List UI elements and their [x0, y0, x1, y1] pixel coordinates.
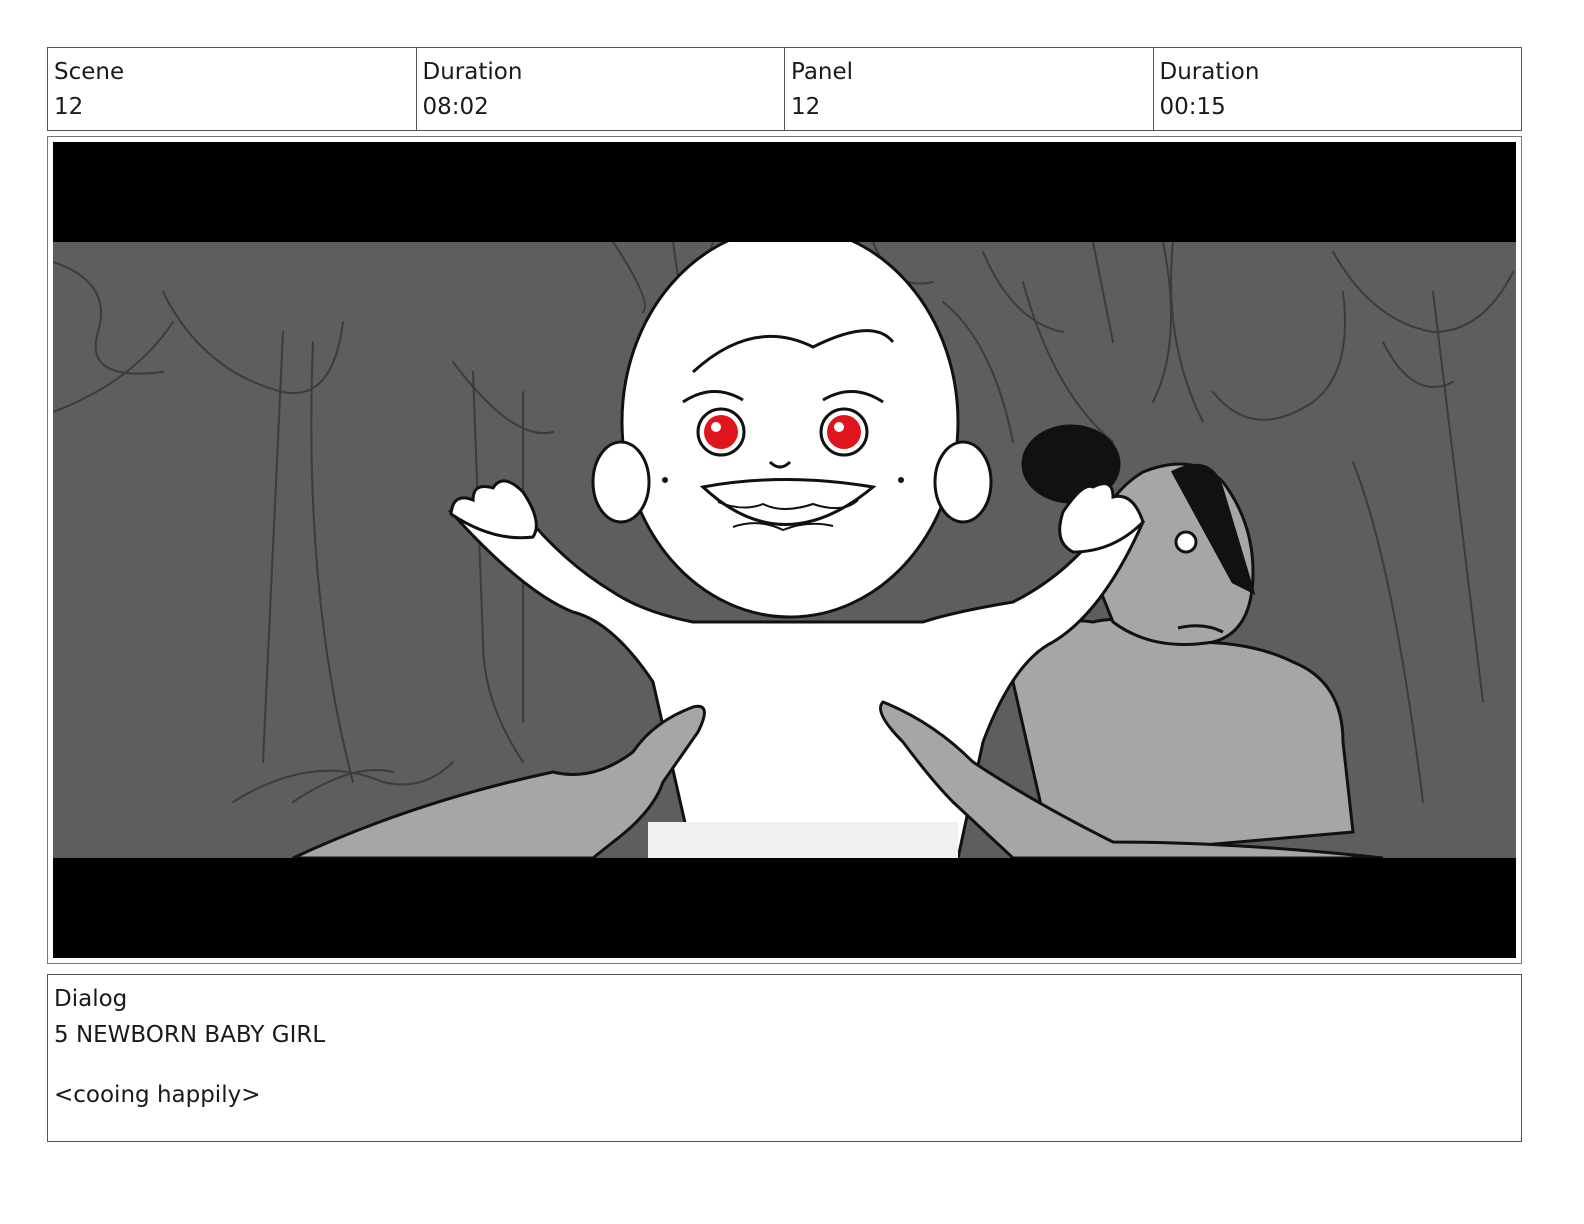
dialog-box: Dialog 5 NEWBORN BABY GIRL <cooing happi…: [47, 974, 1522, 1142]
panel-duration-label: Duration: [1159, 59, 1260, 85]
scene-value: 12: [54, 94, 84, 120]
panel-value: 12: [791, 94, 821, 120]
scene-label: Scene: [54, 59, 125, 85]
dialog-speaker: 5 NEWBORN BABY GIRL: [54, 1022, 326, 1048]
scene-info-table: Scene 12 Duration 08:02 Panel 12 Duratio…: [47, 47, 1522, 131]
panel-cell: Panel 12: [785, 48, 1154, 130]
panel-duration-cell: Duration 00:15: [1154, 48, 1522, 130]
storyboard-panel-frame: [47, 136, 1522, 964]
panel-duration-value: 00:15: [1159, 94, 1226, 120]
scene-duration-value: 08:02: [422, 94, 489, 120]
storyboard-sketch-image: [53, 142, 1516, 958]
dialog-line: <cooing happily>: [54, 1082, 261, 1108]
letterbox-top: [53, 142, 1516, 242]
panel-label: Panel: [791, 59, 854, 85]
scene-duration-label: Duration: [422, 59, 523, 85]
scene-duration-cell: Duration 08:02: [417, 48, 785, 130]
letterbox-bottom: [53, 858, 1516, 958]
scene-cell: Scene 12: [48, 48, 417, 130]
dialog-label: Dialog: [54, 986, 128, 1012]
